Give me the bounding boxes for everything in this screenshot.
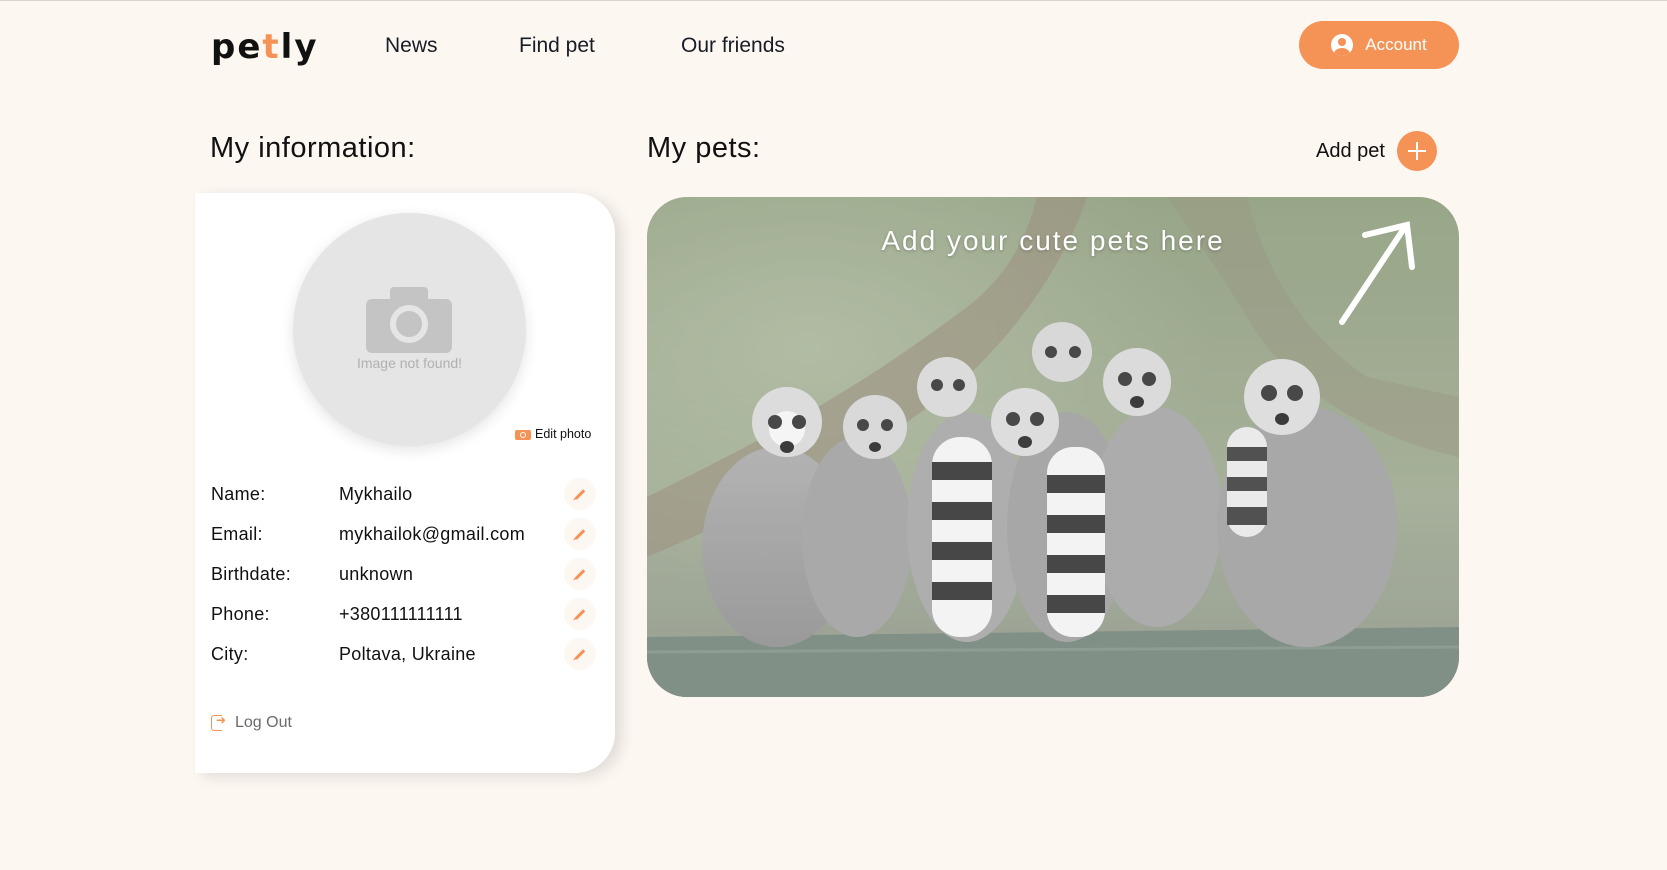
info-row-name: Name: Mykhailo	[211, 477, 596, 511]
add-pet-label: Add pet	[1316, 139, 1385, 162]
edit-photo-button[interactable]: Edit photo	[515, 427, 591, 441]
edit-phone-button[interactable]	[564, 598, 596, 630]
field-label: Email:	[211, 523, 263, 544]
logo-part1: pe	[211, 27, 263, 67]
account-label: Account	[1365, 35, 1427, 54]
edit-pencil-icon	[574, 568, 586, 580]
edit-birthdate-button[interactable]	[564, 558, 596, 590]
edit-photo-label: Edit photo	[535, 427, 592, 441]
info-row-city: City: Poltava, Ukraine	[211, 637, 596, 671]
logout-label: Log Out	[235, 714, 292, 731]
nav-our-friends[interactable]: Our friends	[681, 34, 785, 58]
logo[interactable]: petly	[211, 27, 319, 67]
my-pets-title: My pets:	[647, 132, 761, 164]
field-value: +380111111111	[339, 603, 463, 624]
info-row-email: Email: mykhailok@gmail.com	[211, 517, 596, 551]
info-row-birthdate: Birthdate: unknown	[211, 557, 596, 591]
add-pet-button[interactable]: Add pet	[1316, 131, 1437, 171]
logo-part2: ly	[280, 27, 319, 67]
my-information-title: My information:	[210, 132, 416, 164]
logo-accent: t	[262, 27, 281, 67]
edit-pencil-icon	[574, 648, 586, 660]
avatar-placeholder-text: Image not found!	[356, 355, 463, 371]
edit-pencil-icon	[574, 608, 586, 620]
info-row-phone: Phone: +380111111111	[211, 597, 596, 631]
edit-city-button[interactable]	[564, 638, 596, 670]
logout-icon	[211, 713, 227, 731]
camera-icon	[515, 428, 531, 440]
edit-name-button[interactable]	[564, 478, 596, 510]
edit-pencil-icon	[574, 488, 586, 500]
field-value: mykhailok@gmail.com	[339, 523, 526, 544]
field-label: Phone:	[211, 603, 270, 624]
nav-news[interactable]: News	[385, 34, 438, 58]
field-value: unknown	[339, 563, 414, 584]
avatar: Image not found!	[293, 213, 526, 446]
profile-card: Image not found! Edit photo Name: Mykhai…	[195, 193, 615, 773]
empty-pets-message: Add your cute pets here	[881, 225, 1225, 256]
field-value: Mykhailo	[339, 483, 413, 504]
field-label: Birthdate:	[211, 563, 292, 584]
account-icon	[1331, 34, 1354, 56]
lemurs-photo	[647, 197, 1459, 697]
edit-email-button[interactable]	[564, 518, 596, 550]
edit-pencil-icon	[574, 528, 586, 540]
field-label: Name:	[211, 483, 266, 504]
logout-button[interactable]: Log Out	[211, 713, 292, 732]
plus-icon	[1396, 131, 1437, 171]
pets-empty-banner: Add your cute pets here	[647, 197, 1459, 697]
nav-find-pet[interactable]: Find pet	[519, 34, 595, 58]
account-button[interactable]: Account	[1299, 21, 1459, 69]
field-value: Poltava, Ukraine	[339, 643, 476, 664]
field-label: City:	[211, 643, 249, 664]
